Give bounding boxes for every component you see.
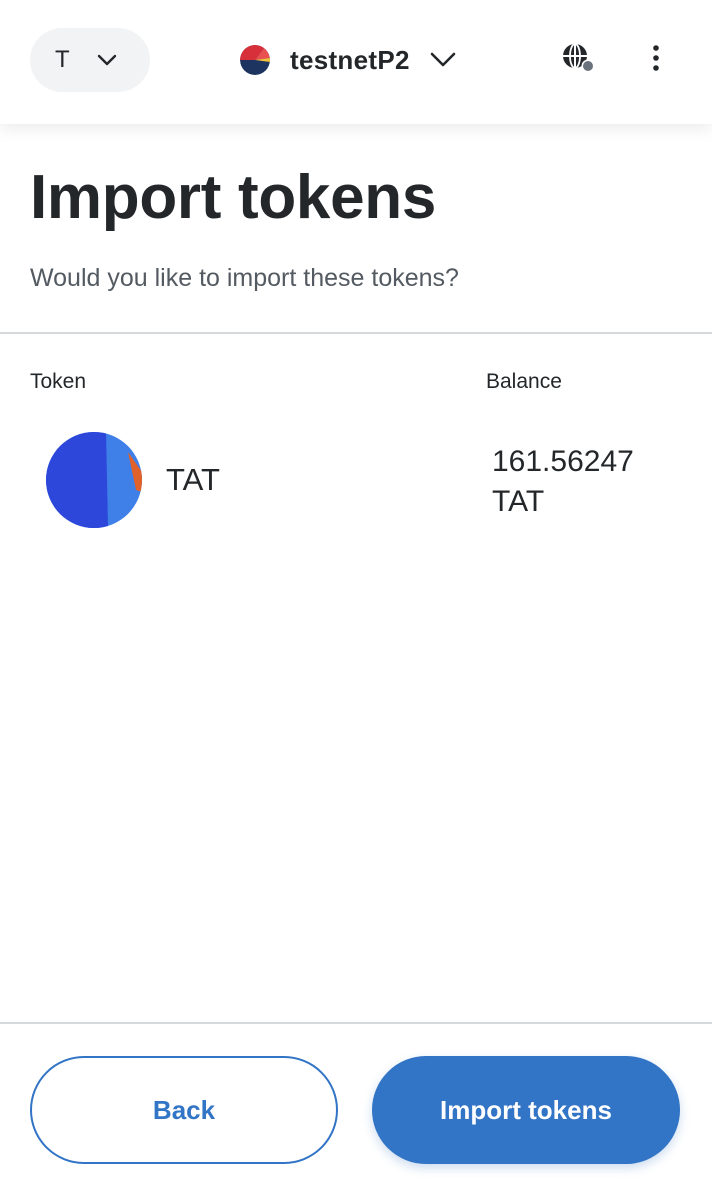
account-initial: T — [55, 46, 70, 73]
page-title: Import tokens — [30, 163, 437, 232]
token-balance-amount: 161.56247 — [492, 445, 634, 478]
kebab-menu-icon — [652, 44, 660, 77]
token-row: TAT 161.56247 TAT — [46, 432, 686, 532]
footer-divider — [0, 1022, 712, 1024]
import-tokens-page: T testnetP2 Import tokens Would you like… — [0, 0, 712, 1196]
network-name: testnetP2 — [290, 44, 410, 75]
import-tokens-button[interactable]: Import tokens — [372, 1056, 680, 1164]
chevron-down-icon — [430, 52, 456, 68]
column-header-token: Token — [30, 370, 87, 393]
network-picker[interactable]: testnetP2 — [240, 32, 456, 88]
app-header: T testnetP2 — [0, 0, 712, 124]
divider — [0, 332, 712, 334]
token-symbol: TAT — [166, 462, 220, 497]
back-button[interactable]: Back — [30, 1056, 338, 1164]
column-header-balance: Balance — [486, 370, 562, 393]
globe-icon — [560, 41, 596, 80]
page-subtitle: Would you like to import these tokens? — [30, 264, 459, 292]
chevron-down-icon — [97, 54, 117, 66]
token-balance-symbol: TAT — [492, 485, 545, 518]
account-options-button[interactable] — [636, 40, 676, 80]
network-avatar-icon — [240, 45, 270, 75]
token-identicon-icon — [46, 432, 142, 528]
account-picker[interactable]: T — [30, 28, 150, 92]
connection-status-button[interactable] — [556, 40, 600, 80]
token-balance: 161.56247 TAT — [492, 442, 682, 522]
